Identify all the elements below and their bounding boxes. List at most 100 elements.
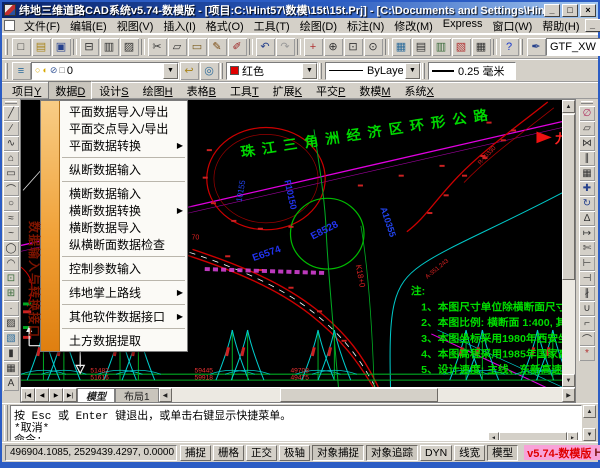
layer-states-icon[interactable]: ◎ (200, 62, 219, 80)
save-icon[interactable]: ▣ (52, 38, 71, 56)
matchprop-icon[interactable]: ✎ (208, 38, 227, 56)
help-icon[interactable]: ? (500, 38, 519, 56)
linetype-combo[interactable]: ByLayer ▼ (325, 62, 421, 80)
toolbar-grip[interactable] (220, 63, 223, 79)
mirror-icon[interactable]: ⋈ (579, 136, 595, 151)
break-point-icon[interactable]: ⊣ (579, 271, 595, 286)
command-horizontal-scrollbar[interactable]: ◀ ▶ (488, 432, 578, 441)
menu-item-other-software-interface[interactable]: 其他软件数据接口 ▶ (60, 308, 187, 325)
menu-item-plane-data-convert[interactable]: 平面数据转换 ▶ (60, 137, 187, 154)
dyn-toggle[interactable]: DYN (420, 445, 452, 461)
sheetset-icon[interactable]: ▥ (432, 38, 451, 56)
command-vertical-scrollbar[interactable]: ▲ ▼ (583, 405, 596, 441)
stretch-icon[interactable]: ↦ (579, 226, 595, 241)
chevron-down-icon[interactable]: ▼ (405, 63, 420, 79)
rotate-icon[interactable]: ↻ (579, 196, 595, 211)
rectangle-icon[interactable]: ▭ (3, 166, 19, 181)
menu-item-plane-data-io[interactable]: 平面数据导入/导出 ▶ (60, 103, 187, 120)
menu-separator[interactable]: ▶ (60, 277, 187, 284)
command-window-grip[interactable] (4, 405, 8, 441)
hint-menu-tools[interactable]: 工具T (223, 81, 266, 101)
chevron-down-icon[interactable]: ▼ (163, 63, 178, 79)
line-icon[interactable]: ╱ (3, 106, 19, 121)
scroll-right-icon[interactable]: ▶ (567, 432, 578, 441)
polyline-icon[interactable]: ∿ (3, 136, 19, 151)
break-icon[interactable]: ∦ (579, 286, 595, 301)
fillet-icon[interactable]: ⌒ (579, 331, 595, 346)
toolbar-grip[interactable] (5, 63, 8, 79)
menu-modify[interactable]: 修改(M) (389, 17, 438, 35)
menu-item-hint-handheld-route[interactable]: 纬地掌上路线 ▶ (60, 284, 187, 301)
menu-insert[interactable]: 插入(I) (158, 17, 200, 35)
designcenter-icon[interactable]: ▦ (392, 38, 411, 56)
tab-prev-button[interactable]: ◀ (35, 388, 49, 402)
hint-menu-design[interactable]: 设计S (92, 81, 135, 101)
explode-icon[interactable]: * (579, 346, 595, 361)
menu-file[interactable]: 文件(F) (19, 17, 65, 35)
scroll-up-icon[interactable]: ▲ (562, 100, 575, 113)
polar-toggle[interactable]: 极轴 (279, 445, 310, 461)
cut-icon[interactable]: ✂ (148, 38, 167, 56)
command-prompt[interactable]: 命令: (14, 431, 488, 441)
scroll-down-icon[interactable]: ▼ (562, 374, 575, 387)
menu-item-xsection-data-import[interactable]: 横断数据导入 ▶ (60, 219, 187, 236)
arc-icon[interactable]: ⌒ (3, 181, 19, 196)
pan-icon[interactable]: + (304, 38, 323, 56)
move-icon[interactable]: ✚ (579, 181, 595, 196)
menu-item-xsection-data-convert[interactable]: 横断数据转换 ▶ (60, 202, 187, 219)
menu-express[interactable]: Express (438, 17, 488, 35)
hint-menu-intersection[interactable]: 平交P (309, 81, 352, 101)
scroll-right-icon[interactable]: ▶ (562, 388, 575, 402)
open-icon[interactable]: ▤ (32, 38, 51, 56)
menu-tools[interactable]: 工具(T) (249, 17, 295, 35)
toolbar-separator[interactable] (249, 39, 253, 55)
toolbar-separator[interactable] (297, 39, 301, 55)
osnap-toggle[interactable]: 对象捕捉 (312, 445, 364, 461)
revcloud-icon[interactable]: ≈ (3, 211, 19, 226)
hint-menu-project[interactable]: 项目Y (5, 81, 48, 101)
copy-icon[interactable]: ▱ (579, 121, 595, 136)
toolbar-grip[interactable] (520, 39, 523, 55)
model-toggle[interactable]: 模型 (487, 445, 518, 461)
extend-icon[interactable]: ⊢ (579, 256, 595, 271)
undo-icon[interactable]: ↶ (256, 38, 275, 56)
insert-block-icon[interactable]: ⊡ (3, 271, 19, 286)
hint-menu-draw[interactable]: 绘图H (136, 81, 180, 101)
tab-last-button[interactable]: ▶| (63, 388, 77, 402)
tab-first-button[interactable]: |◀ (21, 388, 35, 402)
ellipse-icon[interactable]: ◯ (3, 241, 19, 256)
brush-icon[interactable]: ✐ (228, 38, 247, 56)
minimize-button[interactable]: _ (544, 4, 560, 17)
mdi-minimize-button[interactable]: _ (585, 19, 600, 32)
toolbar-grip[interactable] (422, 63, 425, 79)
menu-item-xsection-data-input[interactable]: 横断数据输入 ▶ (60, 185, 187, 202)
join-icon[interactable]: ∪ (579, 301, 595, 316)
menu-draw[interactable]: 绘图(D) (295, 17, 342, 35)
canvas-vertical-scrollbar[interactable]: ▲ ▼ (562, 100, 575, 387)
publish-icon[interactable]: ▨ (120, 38, 139, 56)
new-icon[interactable]: □ (12, 38, 31, 56)
menu-separator[interactable]: ▶ (60, 154, 187, 161)
scroll-down-icon[interactable]: ▼ (583, 428, 596, 441)
vertical-scroll-thumb[interactable] (562, 114, 575, 280)
toolbar-separator[interactable] (493, 39, 497, 55)
table-icon[interactable]: ▦ (3, 361, 19, 376)
canvas-horizontal-scrollbar[interactable]: ◀ ▶ (159, 388, 575, 402)
close-button[interactable]: × (580, 4, 596, 17)
hint-menu-data[interactable]: 数据D (48, 81, 92, 101)
menu-separator[interactable]: ▶ (60, 325, 187, 332)
menu-item-profile-data-input[interactable]: 纵断数据输入 ▶ (60, 161, 187, 178)
menu-separator[interactable]: ▶ (60, 178, 187, 185)
lineweight-combo[interactable]: 0.25 毫米 (428, 62, 516, 80)
point-icon[interactable]: · (3, 301, 19, 316)
grid-toggle[interactable]: 栅格 (213, 445, 244, 461)
toolbar-grip[interactable] (319, 63, 322, 79)
menu-edit[interactable]: 编辑(E) (65, 17, 112, 35)
menu-window[interactable]: 窗口(W) (488, 17, 538, 35)
menu-view[interactable]: 视图(V) (112, 17, 159, 35)
layer-combo[interactable]: ○◐⊘□ 0 ▼ (31, 62, 179, 80)
scale-icon[interactable]: ∆ (579, 211, 595, 226)
menu-item-profile-xsection-check[interactable]: 纵横断面数据检查 ▶ (60, 236, 187, 253)
zoom-previous-icon[interactable]: ⊙ (364, 38, 383, 56)
plot-icon[interactable]: ⊟ (80, 38, 99, 56)
